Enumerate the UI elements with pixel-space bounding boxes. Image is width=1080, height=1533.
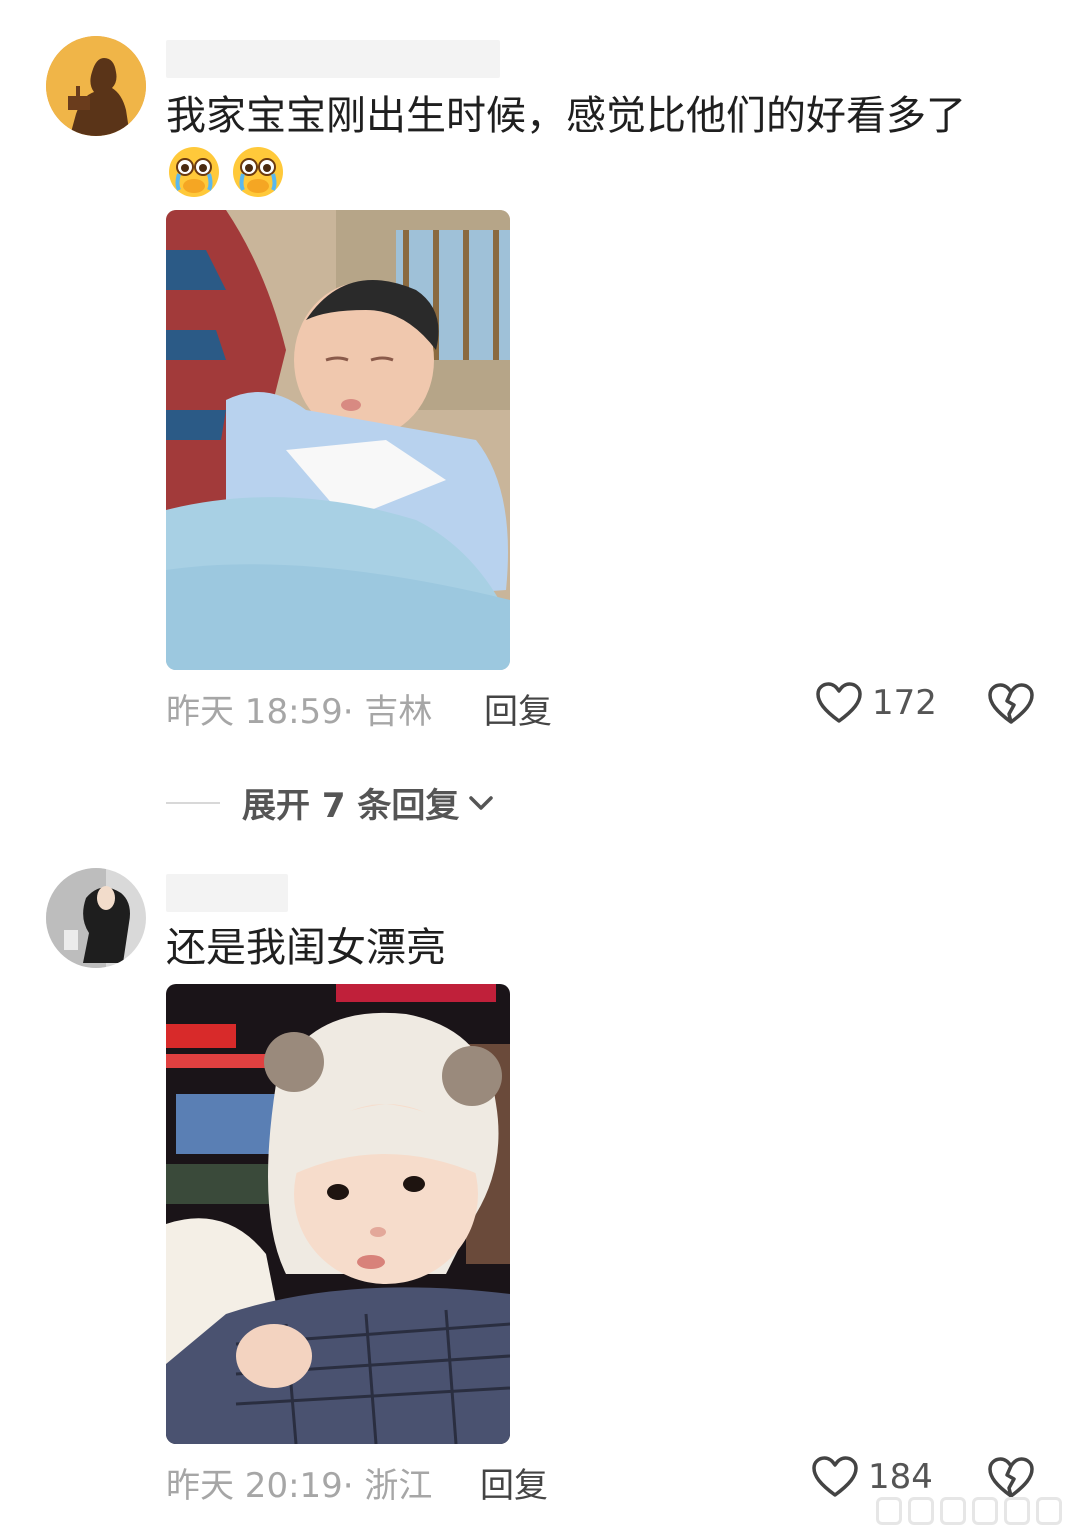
comment-text: 我家宝宝刚出生时候，感觉比他们的好看多了 <box>166 93 966 139</box>
divider-line <box>166 801 220 804</box>
dislike-button[interactable] <box>988 1457 1034 1499</box>
crying-face-emoji <box>169 147 219 197</box>
comment-photo-newborn[interactable] <box>166 210 510 670</box>
reply-button[interactable]: 回复 <box>484 684 552 733</box>
crying-face-emoji <box>233 147 283 197</box>
like-count: 172 <box>872 683 937 723</box>
like-button[interactable]: 172 <box>816 682 937 724</box>
broken-heart-icon <box>988 683 1034 724</box>
avatar[interactable] <box>46 868 146 968</box>
comment-photo-baby[interactable] <box>166 984 510 1444</box>
location: 吉林 <box>364 692 433 732</box>
comment-meta: 昨天 20:19· 浙江 <box>166 1466 433 1506</box>
like-button[interactable]: 184 <box>812 1456 933 1498</box>
timestamp: 昨天 20:19 <box>166 1466 343 1506</box>
comment-text: 还是我闺女漂亮 <box>166 925 446 971</box>
reply-button[interactable]: 回复 <box>480 1458 548 1507</box>
timestamp: 昨天 18:59 <box>166 692 343 732</box>
emoji-row <box>166 144 286 200</box>
heart-icon <box>812 1456 858 1497</box>
location: 浙江 <box>364 1466 433 1506</box>
like-count: 184 <box>868 1457 933 1497</box>
broken-heart-icon <box>988 1457 1034 1498</box>
dislike-button[interactable] <box>988 683 1034 725</box>
avatar[interactable] <box>46 36 146 136</box>
heart-icon <box>816 682 862 723</box>
expand-replies-button[interactable]: 展开 7 条回复 <box>166 778 495 827</box>
watermark <box>876 1497 1062 1525</box>
username-redacted[interactable] <box>166 40 500 78</box>
comment-meta: 昨天 18:59· 吉林 <box>166 692 433 732</box>
chevron-down-icon <box>469 795 494 810</box>
expand-replies-label: 展开 7 条回复 <box>242 786 460 826</box>
username-redacted[interactable] <box>166 874 288 912</box>
